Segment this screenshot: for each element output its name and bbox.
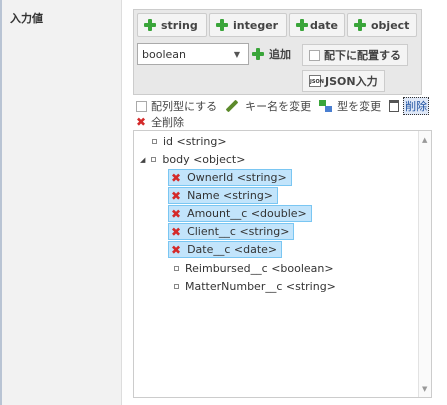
leaf-bullet-icon	[174, 266, 179, 271]
scroll-up-icon[interactable]: ▲	[422, 136, 427, 144]
json-icon: JSON	[309, 75, 324, 87]
delete-label: 削除	[403, 97, 430, 115]
change-type-icon	[319, 100, 333, 112]
leaf-bullet-icon	[174, 284, 179, 289]
plus-icon	[216, 19, 228, 31]
tree-node[interactable]: id <string>	[152, 133, 227, 150]
close-icon: ✖	[171, 224, 182, 239]
input-value-panel: string integer date object boolean ▼ 追加 …	[128, 0, 447, 405]
pencil-icon	[225, 99, 239, 113]
checkbox-icon	[136, 100, 147, 112]
chevron-down-icon: ▼	[233, 50, 240, 59]
label-column: 入力値	[2, 0, 122, 405]
tree-node-selected[interactable]: ✖ Name <string>	[168, 187, 279, 204]
tree-node-label: Date__c <date>	[187, 243, 278, 256]
tree-node-selected[interactable]: ✖ OwnerId <string>	[168, 169, 292, 186]
type-select-value: boolean	[142, 47, 186, 61]
json-input-button[interactable]: JSON JSON入力	[302, 70, 385, 92]
change-type-label: 型を変更	[337, 100, 382, 113]
checkbox-icon	[309, 49, 320, 61]
add-date-label: date	[309, 18, 338, 32]
tree-node-selected[interactable]: ✖ Client__c <string>	[168, 223, 295, 240]
array-checkbox[interactable]: 配列型にする	[136, 98, 217, 114]
json-input-label: JSON入力	[325, 75, 378, 88]
tree-node-selected[interactable]: ✖ Amount__c <double>	[168, 205, 312, 222]
add-string-button[interactable]: string	[137, 13, 207, 37]
add-date-button[interactable]: date	[289, 13, 345, 37]
close-icon: ✖	[171, 188, 182, 203]
change-type-button[interactable]: 型を変更	[319, 98, 381, 114]
tree-node[interactable]: MatterNumber__c <string>	[174, 278, 336, 295]
plus-icon	[354, 19, 366, 31]
tree-node-label: Name <string>	[187, 189, 274, 202]
rename-key-button[interactable]: キー名を変更	[225, 98, 311, 114]
plus-icon	[252, 48, 264, 60]
tree-node[interactable]: ◢ body <object>	[140, 151, 245, 168]
tree-node-selected[interactable]: ✖ Date__c <date>	[168, 241, 283, 258]
trash-icon	[389, 100, 400, 112]
rename-label: キー名を変更	[245, 100, 312, 113]
tree-node-label: body <object>	[162, 153, 246, 166]
leaf-bullet-icon	[151, 157, 157, 162]
tree-node[interactable]: Reimbursed__c <boolean>	[174, 260, 334, 277]
close-icon: ✖	[136, 115, 147, 129]
expand-triangle-icon[interactable]: ◢	[140, 156, 145, 164]
place-child-label: 配下に配置する	[324, 49, 401, 62]
tree-node-label: id <string>	[163, 135, 227, 148]
add-object-button[interactable]: object	[347, 13, 417, 37]
type-select[interactable]: boolean ▼	[137, 43, 249, 65]
add-string-label: string	[161, 18, 198, 32]
tree-node-label: MatterNumber__c <string>	[185, 280, 336, 293]
type-toolbar: string integer date object boolean ▼ 追加 …	[133, 9, 422, 95]
plus-icon	[144, 19, 156, 31]
node-actions: 配列型にする キー名を変更 型を変更 削除 ✖ 全削除	[136, 97, 436, 130]
leaf-bullet-icon	[152, 139, 157, 144]
close-icon: ✖	[171, 206, 182, 221]
scroll-down-icon[interactable]: ▼	[422, 385, 427, 393]
field-label: 入力値	[10, 12, 43, 25]
tree-node-label: Reimbursed__c <boolean>	[185, 262, 334, 275]
json-tree[interactable]: id <string> ◢ body <object> ✖ OwnerId <s…	[133, 130, 432, 398]
tree-scrollbar[interactable]: ▲ ▼	[418, 131, 431, 397]
close-icon: ✖	[171, 242, 182, 257]
tree-node-label: Client__c <string>	[187, 225, 290, 238]
delete-button[interactable]: 削除	[389, 97, 430, 115]
delete-all-label: 全削除	[151, 116, 185, 129]
add-label: 追加	[269, 48, 291, 61]
plus-icon	[296, 19, 308, 31]
tree-node-label: OwnerId <string>	[187, 171, 287, 184]
place-child-checkbox[interactable]: 配下に配置する	[302, 44, 408, 66]
add-integer-label: integer	[233, 18, 279, 32]
add-button[interactable]: 追加	[252, 43, 291, 65]
array-label: 配列型にする	[151, 100, 218, 113]
add-object-label: object	[371, 18, 410, 32]
add-integer-button[interactable]: integer	[209, 13, 287, 37]
tree-node-label: Amount__c <double>	[187, 207, 307, 220]
delete-all-button[interactable]: ✖ 全削除	[136, 114, 184, 130]
close-icon: ✖	[171, 170, 182, 185]
